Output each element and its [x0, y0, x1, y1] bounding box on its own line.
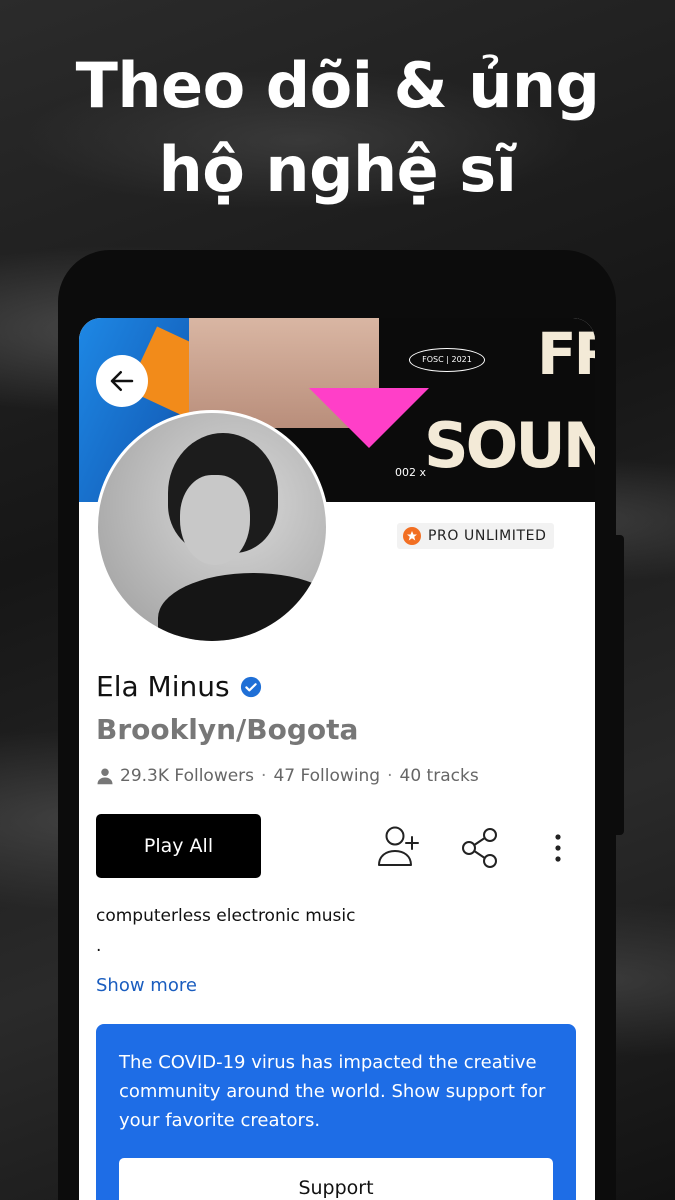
promo-screenshot: Theo dõi & ủng hộ nghệ sĩ FOSC | 2021 FR…	[0, 0, 675, 1200]
stats-separator: ·	[387, 766, 393, 786]
pro-badge-label: PRO UNLIMITED	[428, 528, 547, 544]
pro-unlimited-badge: PRO UNLIMITED	[397, 523, 555, 549]
banner-edition-text: 002 x	[395, 466, 427, 479]
more-options-button[interactable]	[543, 828, 573, 868]
banner-festival-word: SOUND	[424, 409, 595, 482]
share-button[interactable]	[459, 826, 503, 870]
phone-side-button	[616, 535, 624, 835]
followers-count[interactable]: 29.3K Followers	[120, 766, 254, 786]
avatar-body	[158, 573, 326, 641]
banner-pink-shape	[309, 388, 429, 448]
promo-headline: Theo dõi & ủng hộ nghệ sĩ	[0, 44, 675, 212]
support-button[interactable]: Support	[119, 1158, 553, 1200]
avatar-face	[180, 475, 250, 565]
add-user-icon	[378, 826, 419, 866]
artist-location: Brooklyn/Bogota	[96, 713, 359, 746]
avatar	[95, 410, 329, 644]
person-icon	[97, 768, 113, 785]
banner-festival-badge: FOSC | 2021	[409, 348, 485, 372]
back-button[interactable]	[96, 355, 148, 407]
banner-festival-word-partial: FR	[537, 320, 595, 388]
support-card: The COVID-19 virus has impacted the crea…	[96, 1024, 576, 1200]
arrow-left-icon	[110, 371, 134, 391]
tracks-count[interactable]: 40 tracks	[400, 766, 479, 786]
share-icon	[462, 828, 497, 868]
star-icon	[403, 527, 421, 545]
play-all-button[interactable]: Play All	[96, 814, 261, 878]
profile-stats: 29.3K Followers · 47 Following · 40 trac…	[96, 766, 479, 786]
support-card-text: The COVID-19 virus has impacted the crea…	[119, 1052, 546, 1131]
follow-button[interactable]	[376, 823, 422, 869]
more-vertical-icon	[555, 834, 561, 862]
stats-separator: ·	[261, 766, 267, 786]
verified-icon	[240, 676, 261, 697]
avatar-photo	[98, 413, 326, 641]
artist-bio: computerless electronic music	[96, 906, 356, 926]
promo-headline-line-1: Theo dõi & ủng	[75, 49, 600, 122]
show-more-link[interactable]: Show more	[96, 975, 197, 996]
artist-name: Ela Minus	[96, 670, 230, 703]
profile-screen: FOSC | 2021 FR SOUND 002 x PRO UNLIM	[79, 318, 595, 1200]
promo-headline-line-2: hộ nghệ sĩ	[158, 133, 517, 206]
artist-bio-extra: .	[96, 936, 102, 956]
following-count[interactable]: 47 Following	[273, 766, 380, 786]
artist-name-row: Ela Minus	[96, 670, 262, 703]
